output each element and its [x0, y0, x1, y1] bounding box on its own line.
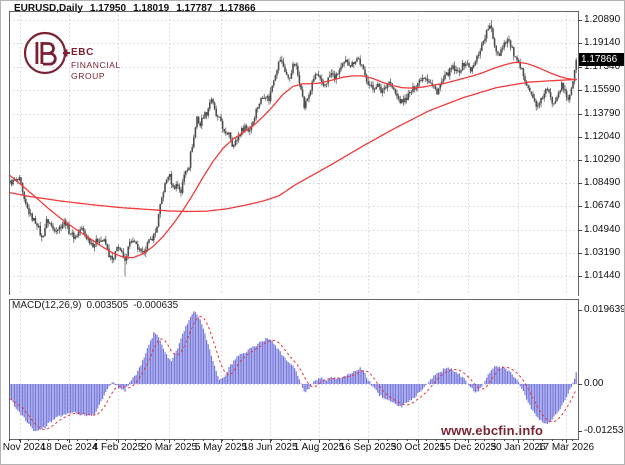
date-axis-label: 15 Dec 2025 [440, 442, 497, 453]
date-axis-label: 18 Dec 2024 [41, 442, 98, 453]
date-axis-label: 1 Aug 2025 [294, 442, 345, 453]
price-axis-label: 1.12040 [584, 131, 620, 142]
price-axis-label: 1.20890 [584, 14, 620, 25]
macd-name: MACD(12,26,9) [12, 300, 81, 311]
price-axis-label: 1.13790 [584, 108, 620, 119]
logo-line3: GROUP [71, 72, 121, 81]
date-axis-label: 5 May 2025 [195, 442, 247, 453]
macd-axis-label: 0.00 [584, 378, 603, 389]
macd-axis-label: 0.019639 [584, 304, 625, 315]
price-axis-label: 1.08490 [584, 177, 620, 188]
ohlc-close: 1.17866 [219, 3, 255, 14]
date-axis-label: 4 Nov 2024 [0, 442, 46, 453]
ohlc-open: 1.17950 [90, 3, 126, 14]
watermark-link[interactable]: www.ebcfin.info [441, 423, 543, 438]
price-axis-label: 1.10290 [584, 154, 620, 165]
date-axis-label: 17 Mar 2026 [538, 442, 594, 453]
macd-indicator-label: MACD(12,26,9) 0.003505 -0.000635 [12, 300, 183, 311]
current-price-tag: 1.17866 [579, 53, 625, 66]
chart-window: EURUSD,Daily 1.17950 1.18019 1.17787 1.17866… [0, 0, 625, 465]
chart-title: EURUSD,Daily 1.17950 1.18019 1.17787 1.17866 [14, 3, 263, 14]
ebc-logo: EBC FINANCIAL GROUP [23, 29, 153, 84]
macd-axis-label: -0.012531 [584, 425, 625, 436]
date-axis-label: 4 Feb 2025 [93, 442, 144, 453]
date-axis-label: 30 Oct 2025 [391, 442, 445, 453]
price-axis-label: 1.03190 [584, 247, 620, 258]
price-axis-label: 1.19140 [584, 37, 620, 48]
price-axis-label: 1.15590 [584, 84, 620, 95]
date-axis-label: 20 Mar 2025 [141, 442, 197, 453]
macd-signal-value: -0.000635 [133, 300, 178, 311]
price-axis-label: 1.06740 [584, 200, 620, 211]
ohlc-high: 1.18019 [133, 3, 169, 14]
ebc-logo-text: EBC FINANCIAL GROUP [71, 48, 121, 80]
logo-line2: FINANCIAL [71, 61, 121, 70]
date-axis-label: 16 Sep 2025 [340, 442, 397, 453]
logo-line1: EBC [71, 48, 121, 58]
price-axis-label: 1.04940 [584, 224, 620, 235]
symbol-timeframe-label: EURUSD,Daily [14, 3, 83, 14]
date-axis-label: 18 Jun 2025 [242, 442, 297, 453]
pane-splitter[interactable] [9, 295, 578, 299]
price-axis-label: 1.01440 [584, 270, 620, 281]
macd-value: 0.003505 [86, 300, 128, 311]
ohlc-low: 1.17787 [176, 3, 212, 14]
